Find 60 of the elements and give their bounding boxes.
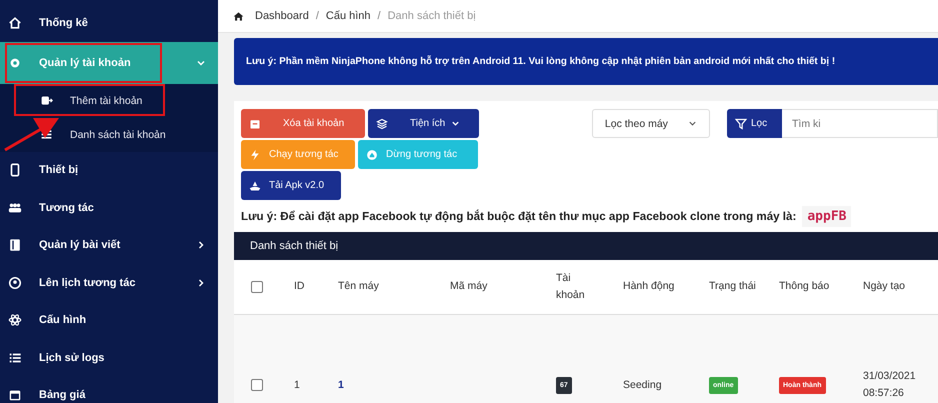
- menu-item-label: Thống kê: [39, 16, 88, 29]
- breadcrumb-separator: /: [316, 10, 319, 22]
- menu-item-icon: [40, 128, 53, 141]
- menu-item-icon: [8, 16, 22, 30]
- button-icon: [249, 118, 261, 130]
- filter-icon: [735, 118, 747, 130]
- menu-item-label: Quản lý bài viết: [39, 239, 120, 252]
- menu-item-label: Quản lý tài khoản: [39, 56, 131, 68]
- menu-item-label: Bảng giá: [39, 389, 86, 402]
- menu-item-icon: [8, 350, 22, 365]
- sidebar-item[interactable]: Bảng giá: [0, 376, 218, 403]
- sidebar-item[interactable]: Lên lịch tương tác: [0, 264, 218, 302]
- sidebar-item[interactable]: Quản lý bài viết: [0, 226, 218, 264]
- button-icon: [366, 148, 378, 160]
- button-icon: [249, 180, 261, 192]
- sidebar-item[interactable]: Lịch sử logs: [0, 339, 218, 376]
- row-checkbox[interactable]: [251, 378, 263, 391]
- caret-icon: [688, 119, 697, 128]
- menu-item-label: Cấu hình: [39, 314, 86, 326]
- menu-item-icon: [8, 313, 22, 328]
- menu-item-icon: [8, 238, 22, 252]
- action-button[interactable]: Tải Apk v2.0: [241, 171, 341, 200]
- table-cell[interactable]: 1: [330, 314, 442, 403]
- menu-item-icon: [8, 163, 22, 178]
- button-icon: [376, 118, 388, 130]
- breadcrumb-link[interactable]: Cấu hình: [326, 10, 371, 22]
- caret-icon: [451, 119, 460, 128]
- menu-item-icon: [40, 94, 53, 107]
- home-icon[interactable]: [233, 10, 244, 22]
- sidebar-item[interactable]: Thống kê: [0, 4, 218, 42]
- dropdown-button[interactable]: Tiện ích: [368, 109, 479, 138]
- menu-item-label: Lên lịch tương tác: [39, 276, 136, 289]
- menu-item-icon: [8, 56, 22, 70]
- select-all-checkbox[interactable]: [251, 280, 263, 293]
- menu-item-icon: [8, 200, 22, 215]
- submenu-item[interactable]: Thêm tài khoản: [0, 84, 218, 118]
- action-button[interactable]: Xóa tài khoản: [241, 109, 365, 138]
- menu-item-label: Thiết bị: [39, 164, 78, 176]
- table-cell: 1: [286, 314, 330, 403]
- menu-item-label: Lịch sử logs: [39, 352, 104, 364]
- folder-name-code: appFB: [802, 206, 852, 226]
- menu-item-label: Tương tác: [39, 202, 94, 214]
- sidebar-item[interactable]: Thiết bị: [0, 152, 218, 189]
- sidebar-item[interactable]: Cấu hình: [0, 302, 218, 339]
- warning-alert: Lưu ý: Phần mềm NinjaPhone không hỗ trợ trên Android 11. Vui lòng không cập nhật phiên bản android mới nhất cho thiết bị !: [234, 38, 938, 85]
- submenu-item[interactable]: Danh sách tài khoản: [0, 118, 218, 152]
- table-title: Danh sách thiết bị: [250, 240, 338, 252]
- machine-filter-select[interactable]: Lọc theo máy: [592, 109, 710, 138]
- search-field[interactable]: Tìm ki: [782, 109, 938, 138]
- filter-button[interactable]: Lọc: [727, 109, 782, 138]
- submenu-item-label: Danh sách tài khoản: [70, 128, 166, 140]
- note-text: Lưu ý: Để cài đặt app Facebook tự động bắt buộc đặt tên thư mục app Facebook clone trong máy là:: [241, 210, 796, 222]
- table-cell: 31/03/2021 08:57:26: [855, 314, 938, 403]
- button-icon: [249, 148, 261, 160]
- table-cell: Seeding: [615, 314, 701, 403]
- menu-item-icon: [8, 276, 22, 290]
- sidebar-item[interactable]: Tương tác: [0, 189, 218, 226]
- breadcrumb-separator: /: [378, 10, 381, 22]
- submenu-item-label: Thêm tài khoản: [70, 94, 142, 106]
- breadcrumb-link[interactable]: Dashboard: [255, 10, 309, 22]
